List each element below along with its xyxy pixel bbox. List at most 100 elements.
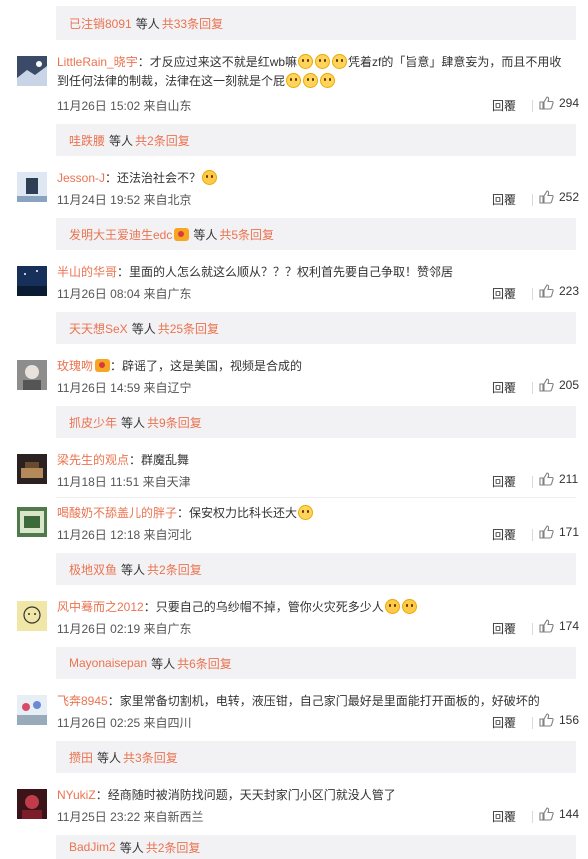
comment-username[interactable]: 半山的华哥: [57, 265, 117, 279]
like-button[interactable]: 294: [539, 96, 579, 110]
comment-text: 玫瑰吻 ：辟谣了，这是美国，视频是合成的: [57, 357, 577, 376]
reply-user-link[interactable]: Mayonaisepan: [69, 656, 147, 670]
doge-emoji-icon: [303, 73, 319, 88]
reply-count-link[interactable]: 共2条回复: [146, 839, 201, 856]
comment-username[interactable]: NYukiZ: [57, 788, 96, 802]
like-count: 171: [559, 525, 580, 539]
reply-user-link[interactable]: 已注销8091: [69, 15, 132, 32]
reply-user-link[interactable]: 发明大王爱迪生edc: [69, 226, 172, 243]
avatar[interactable]: [17, 266, 47, 296]
reply-summary-bar[interactable]: 发明大王爱迪生edc 等人 共5条回复: [56, 218, 576, 250]
like-count: 144: [559, 807, 580, 821]
doge-emoji-icon: [286, 73, 302, 88]
comment-timestamp: 11月26日 15:02 来自山东: [57, 99, 192, 113]
avatar[interactable]: [17, 56, 47, 86]
comment-meta: 11月18日 11:51 来自天津 回覆 211: [57, 472, 578, 491]
reply-label: 等人: [193, 227, 218, 242]
reply-user-link[interactable]: 天天想SeX: [69, 320, 128, 337]
doge-emoji-icon: [332, 54, 348, 69]
comment-username[interactable]: Jesson-J: [57, 171, 105, 185]
reply-button[interactable]: 回覆: [492, 473, 516, 490]
reply-button[interactable]: 回覆: [492, 714, 516, 731]
divider: [532, 100, 533, 112]
comment-meta: 11月25日 23:22 来自新西兰 回覆 144: [57, 807, 579, 826]
comment-text: Jesson-J：还法治社会不？: [57, 169, 577, 188]
reply-user-link[interactable]: BadJim2: [69, 840, 116, 854]
reply-user-link[interactable]: 哇跌腰: [69, 132, 105, 149]
comment-timestamp: 11月26日 08:04 来自广东: [57, 287, 192, 301]
reply-count-link[interactable]: 共6条回复: [177, 655, 232, 672]
avatar[interactable]: [17, 789, 47, 819]
reply-summary-bar[interactable]: 已注销8091 等人 共33条回复: [56, 6, 576, 40]
like-count: 252: [559, 190, 580, 204]
reply-label: 等人: [131, 321, 156, 336]
comment-body: ：群魔乱舞: [129, 453, 190, 467]
reply-count-link[interactable]: 共5条回复: [219, 226, 274, 243]
doge-emoji-icon: [298, 54, 314, 69]
doge-emoji-icon: [315, 54, 331, 69]
comment-meta: 11月24日 19:52 来自北京 回覆 252: [57, 190, 579, 209]
reply-count-link[interactable]: 共2条回复: [135, 132, 190, 149]
comment-feed: 已注销8091 等人 共33条回复 LittleRain_晓宇：才反应过来这不就…: [0, 0, 588, 859]
reply-count-link[interactable]: 共9条回复: [147, 414, 202, 431]
reply-summary-bar[interactable]: 哇跌腰 等人 共2条回复: [56, 124, 576, 156]
reply-label: 等人: [151, 656, 176, 671]
avatar[interactable]: [17, 695, 47, 725]
like-button[interactable]: 171: [539, 525, 579, 539]
comment-body: ：才反应过来这不就是红wb嘛: [137, 55, 298, 69]
reply-count-link[interactable]: 共33条回复: [162, 15, 223, 32]
reply-summary-bar[interactable]: BadJim2 等人 共2条回复: [56, 835, 576, 859]
reply-summary-bar[interactable]: Mayonaisepan 等人 共6条回复: [56, 647, 576, 679]
like-button[interactable]: 211: [539, 472, 578, 486]
comment-timestamp: 11月18日 11:51 来自天津: [57, 475, 191, 489]
reply-button[interactable]: 回覆: [492, 191, 516, 208]
like-button[interactable]: 205: [539, 378, 579, 392]
comment-username[interactable]: 飞奔8945: [57, 694, 108, 708]
divider: [532, 194, 533, 206]
reply-summary-bar[interactable]: 极地双鱼 等人 共2条回复: [56, 553, 576, 585]
comment-meta: 11月26日 14:59 来自辽宁 回覆 205: [57, 378, 579, 397]
avatar[interactable]: [17, 454, 47, 484]
avatar[interactable]: [17, 360, 47, 390]
comment-username[interactable]: 梁先生的观点: [57, 453, 129, 467]
reply-count-link[interactable]: 共3条回复: [123, 749, 178, 766]
reply-label: 等人: [121, 415, 146, 430]
comment-text: NYukiZ：经商随时被消防找问题，天天封家门小区门就没人管了: [57, 786, 577, 805]
avatar[interactable]: [17, 601, 47, 631]
reply-button[interactable]: 回覆: [492, 620, 516, 637]
comment-meta: 11月26日 08:04 来自广东 回覆 223: [57, 284, 579, 303]
reply-button[interactable]: 回覆: [492, 285, 516, 302]
like-button[interactable]: 144: [539, 807, 579, 821]
reply-count-link[interactable]: 共25条回复: [158, 320, 219, 337]
reply-user-link[interactable]: 攒田: [69, 749, 93, 766]
like-button[interactable]: 156: [539, 713, 579, 727]
comment-timestamp: 11月26日 14:59 来自辽宁: [57, 381, 192, 395]
avatar[interactable]: [17, 172, 47, 202]
reply-button[interactable]: 回覆: [492, 379, 516, 396]
avatar[interactable]: [17, 507, 47, 537]
reply-count-link[interactable]: 共2条回复: [147, 561, 202, 578]
thumbs-up-icon: [539, 378, 554, 392]
comment-username[interactable]: 喝酸奶不舔盖儿的胖子: [57, 506, 177, 520]
like-button[interactable]: 223: [539, 284, 579, 298]
comment-username[interactable]: 风中蓦而之2012: [57, 600, 144, 614]
comment-text: 半山的华哥：里面的人怎么就这么顺从？？？权利首先要自己争取！赞邻居: [57, 263, 577, 282]
like-button[interactable]: 174: [539, 619, 579, 633]
reply-summary-bar[interactable]: 天天想SeX 等人 共25条回复: [56, 312, 576, 344]
reply-button[interactable]: 回覆: [492, 97, 516, 114]
doge-emoji-icon: [298, 505, 314, 520]
reply-button[interactable]: 回覆: [492, 526, 516, 543]
divider: [56, 497, 576, 498]
comment-body: ：只要自己的乌纱帽不掉，管你火灾死多少人: [143, 600, 384, 614]
thumbs-up-icon: [539, 807, 554, 821]
reply-summary-bar[interactable]: 抓皮少年 等人 共9条回复: [56, 406, 576, 438]
comment-username[interactable]: LittleRain_晓宇: [57, 55, 138, 69]
comment-body: 到任何法律的制裁，法律在这一刻就是个屁: [57, 74, 286, 88]
comment-text: 飞奔8945：家里常备切割机，电转，液压钳，自己家门最好是里面能打开面板的，好破…: [57, 692, 577, 711]
reply-button[interactable]: 回覆: [492, 808, 516, 825]
reply-user-link[interactable]: 抓皮少年: [69, 414, 117, 431]
reply-user-link[interactable]: 极地双鱼: [69, 561, 117, 578]
like-button[interactable]: 252: [539, 190, 579, 204]
reply-summary-bar[interactable]: 攒田 等人 共3条回复: [56, 741, 576, 773]
comment-username[interactable]: 玫瑰吻: [57, 359, 93, 373]
